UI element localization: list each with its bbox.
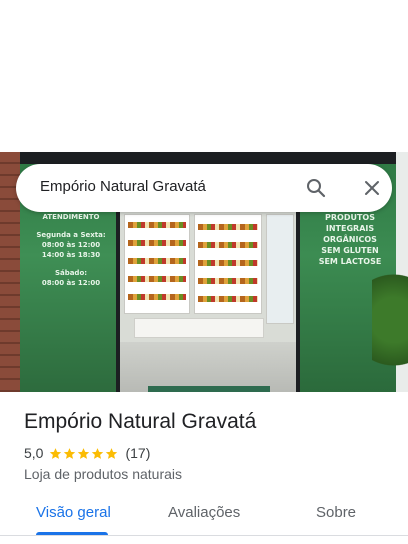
rating-value: 5,0 xyxy=(24,445,44,461)
star-icon xyxy=(106,447,118,459)
door-mat xyxy=(148,386,270,392)
products-text: PRODUTOS INTEGRAIS ORGÂNICOS SEM GLUTEN … xyxy=(318,213,382,266)
shelf-goods xyxy=(198,278,258,284)
close-icon[interactable] xyxy=(360,176,384,200)
tab-overview[interactable]: Visão geral xyxy=(36,504,111,521)
shelf-goods xyxy=(198,296,258,302)
shelf-goods xyxy=(198,242,258,248)
rating-stars xyxy=(49,447,119,460)
counter xyxy=(134,318,264,338)
star-icon xyxy=(64,447,76,459)
tab-bar: Visão geral Avaliações Sobre xyxy=(0,496,408,544)
plant xyxy=(372,272,408,392)
hours-text: ATENDIMENTO Segunda a Sexta: 08:00 às 12… xyxy=(36,213,106,287)
door-frame-top xyxy=(20,152,396,164)
shelf-goods xyxy=(128,276,186,282)
rating-row[interactable]: 5,0 (17) xyxy=(24,444,150,462)
review-count[interactable]: (17) xyxy=(125,445,150,461)
store-floor xyxy=(120,342,298,392)
tab-reviews[interactable]: Avaliações xyxy=(168,504,240,521)
star-icon xyxy=(78,447,90,459)
shelf-goods xyxy=(198,260,258,266)
shelf-goods xyxy=(128,240,186,246)
search-icon[interactable] xyxy=(304,176,328,200)
tabs-divider xyxy=(0,535,408,536)
tab-about[interactable]: Sobre xyxy=(316,504,356,521)
shelf-goods xyxy=(128,294,186,300)
star-icon xyxy=(50,447,62,459)
place-page: ATENDIMENTO Segunda a Sexta: 08:00 às 12… xyxy=(0,0,408,544)
shelf-goods xyxy=(198,224,258,230)
shelf-goods xyxy=(128,222,186,228)
search-input[interactable]: Empório Natural Gravatá xyxy=(40,178,206,195)
fridge xyxy=(266,214,294,324)
place-title: Empório Natural Gravatá xyxy=(24,410,257,433)
star-icon xyxy=(92,447,104,459)
shelf-goods xyxy=(128,258,186,264)
search-bar[interactable]: Empório Natural Gravatá xyxy=(16,164,392,212)
place-category: Loja de produtos naturais xyxy=(24,466,182,482)
